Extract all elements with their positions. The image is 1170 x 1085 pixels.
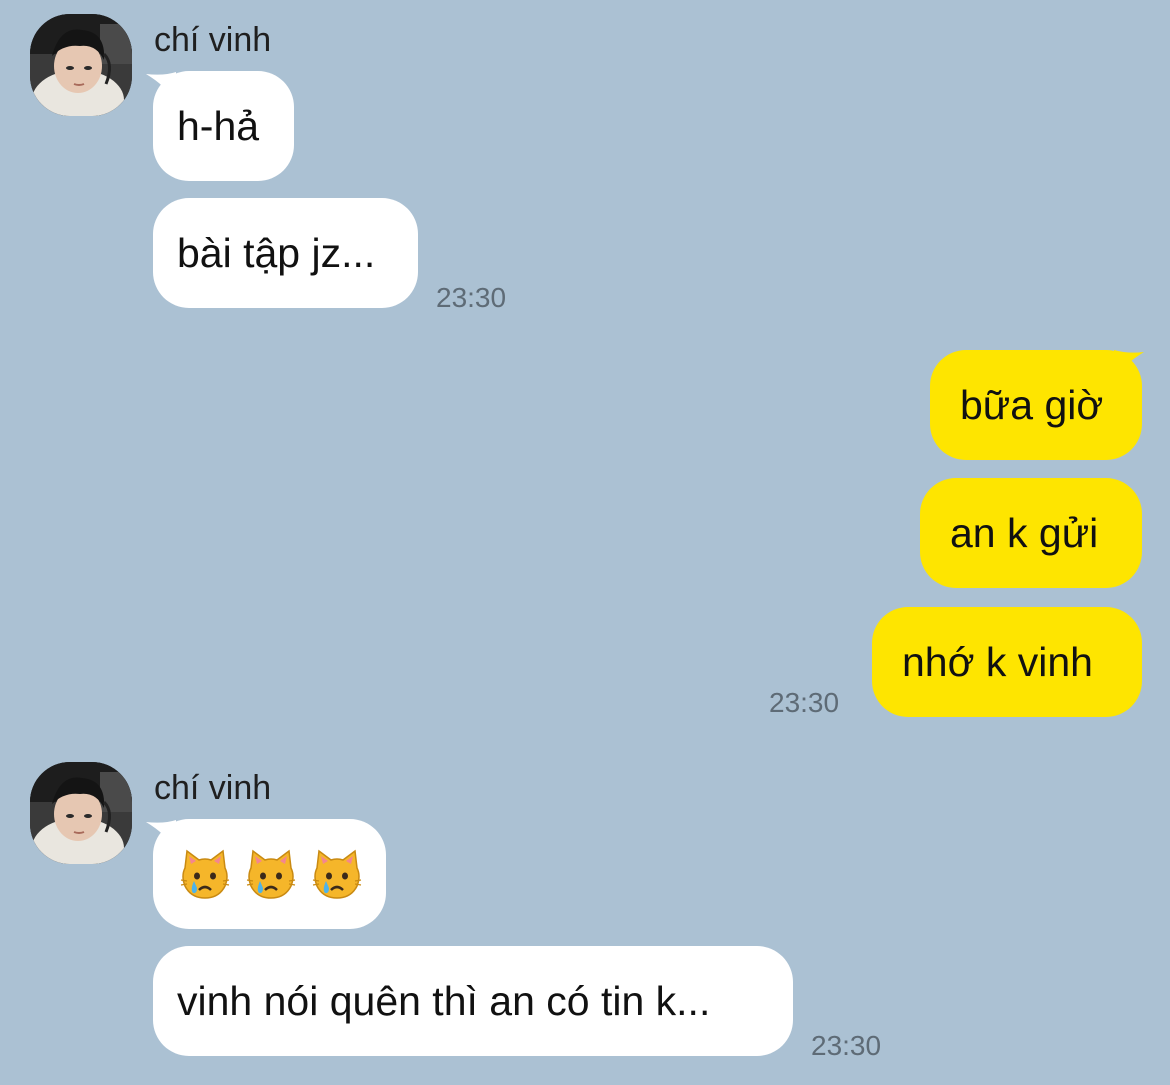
avatar-photo-icon	[30, 14, 132, 116]
crying-cat-emoji-icon	[180, 849, 230, 899]
outgoing-message-bubble[interactable]: an k gửi	[920, 478, 1142, 588]
incoming-message-bubble[interactable]: bài tập jz...	[153, 198, 418, 308]
avatar-photo-icon	[30, 762, 132, 864]
chat-conversation: chí vinh h-hả bài tập jz... 23:30 bữa gi…	[0, 0, 1170, 1085]
sender-avatar[interactable]	[30, 14, 132, 116]
incoming-message-bubble[interactable]: vinh nói quên thì an có tin k...	[153, 946, 793, 1056]
message-timestamp: 23:30	[436, 282, 507, 313]
sender-avatar[interactable]	[30, 762, 132, 864]
emoji-row	[179, 848, 363, 900]
sender-name: chí vinh	[154, 21, 272, 59]
message-timestamp: 23:30	[811, 1030, 882, 1061]
message-timestamp: 23:30	[769, 687, 840, 718]
incoming-emoji-bubble[interactable]	[153, 819, 386, 929]
outgoing-message-bubble[interactable]: nhớ k vinh	[872, 607, 1142, 717]
sender-name: chí vinh	[154, 769, 272, 807]
crying-cat-emoji-icon	[312, 849, 362, 899]
crying-cat-emoji-icon	[246, 849, 296, 899]
incoming-message-bubble[interactable]: h-hả	[153, 71, 294, 181]
outgoing-message-bubble[interactable]: bữa giờ	[930, 350, 1142, 460]
